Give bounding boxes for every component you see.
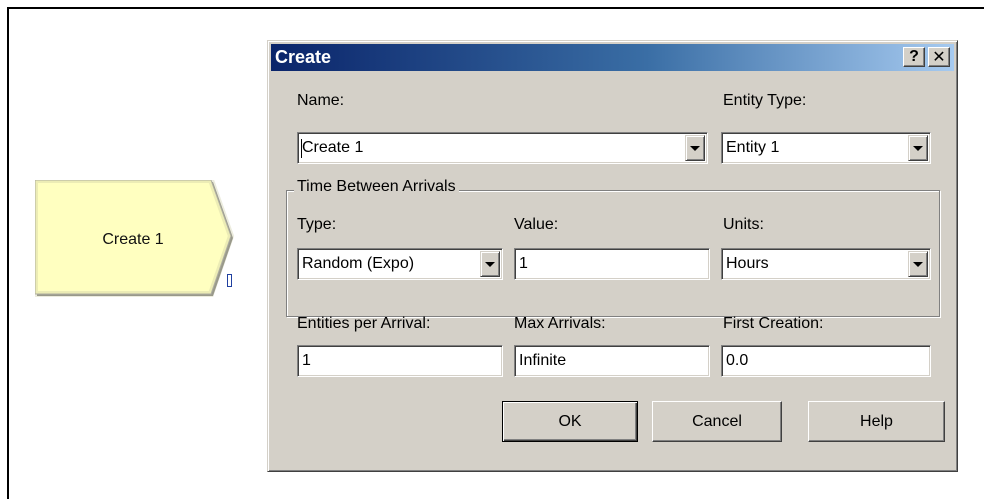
chevron-down-icon: [690, 145, 700, 151]
units-value: Hours: [726, 255, 769, 272]
first-creation-value: 0.0: [726, 352, 749, 369]
dialog-titlebar[interactable]: Create ? ✕: [271, 44, 954, 71]
module-exit-marker[interactable]: [227, 274, 232, 287]
first-creation-label: First Creation:: [723, 315, 824, 332]
arrival-value-label: Value:: [514, 216, 559, 233]
create-module-label: Create 1: [102, 231, 164, 248]
ok-button[interactable]: OK: [502, 401, 638, 442]
entities-per-arrival-value: 1: [302, 352, 311, 369]
name-value: Create 1: [302, 139, 364, 156]
name-label: Name:: [297, 92, 345, 109]
entity-type-value: Entity 1: [726, 139, 780, 156]
help-title-button[interactable]: ?: [903, 47, 925, 67]
help-button[interactable]: Help: [808, 401, 945, 442]
entities-per-arrival-input[interactable]: 1: [297, 345, 503, 377]
entity-type-dropdown-button[interactable]: [908, 135, 928, 161]
arrival-type-combobox[interactable]: Random (Expo): [297, 248, 503, 280]
entity-type-combobox[interactable]: Entity 1: [721, 132, 931, 164]
arrival-type-value: Random (Expo): [302, 255, 415, 272]
max-arrivals-label: Max Arrivals:: [514, 315, 606, 332]
chevron-down-icon: [485, 261, 495, 267]
arrival-value-value: 1: [519, 255, 528, 272]
units-combobox[interactable]: Hours: [721, 248, 931, 280]
canvas-frame-left: [7, 7, 9, 499]
chevron-down-icon: [913, 145, 923, 151]
cancel-button[interactable]: Cancel: [652, 401, 782, 442]
arrival-value-input[interactable]: 1: [514, 248, 710, 280]
time-between-arrivals-legend: Time Between Arrivals: [294, 178, 459, 196]
name-combobox[interactable]: Create 1: [297, 132, 708, 164]
first-creation-input[interactable]: 0.0: [721, 345, 931, 377]
chevron-down-icon: [913, 261, 923, 267]
max-arrivals-value: Infinite: [519, 352, 567, 369]
create-module[interactable]: Create 1: [35, 180, 240, 300]
dialog-title: Create: [275, 47, 332, 67]
question-icon: ?: [909, 48, 919, 65]
entity-type-label: Entity Type:: [723, 92, 807, 109]
arrival-type-dropdown-button[interactable]: [480, 251, 500, 277]
create-dialog: Create ? ✕ Name: Create 1 Entity Type: E…: [267, 40, 958, 472]
arrival-type-label: Type:: [297, 216, 337, 233]
entities-per-arrival-label: Entities per Arrival:: [297, 315, 431, 332]
name-dropdown-button[interactable]: [685, 135, 705, 161]
close-title-button[interactable]: ✕: [928, 47, 950, 67]
close-icon: ✕: [932, 49, 946, 66]
units-label: Units:: [723, 216, 764, 233]
max-arrivals-input[interactable]: Infinite: [514, 345, 710, 377]
canvas-frame-top: [7, 7, 984, 9]
units-dropdown-button[interactable]: [908, 251, 928, 277]
